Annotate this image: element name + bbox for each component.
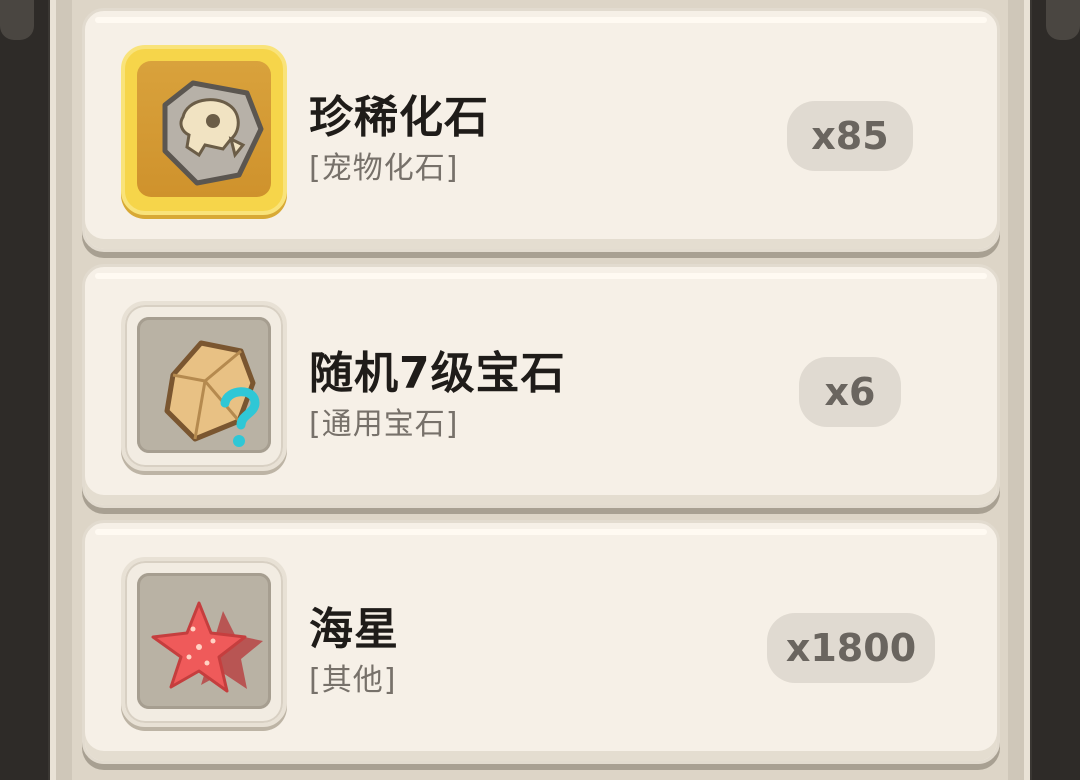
reward-item-card[interactable]: 珍稀化石 [宠物化石] x85 <box>82 8 1000 252</box>
item-name: 珍稀化石 <box>309 92 489 143</box>
reward-item-card[interactable]: 海星 [其他] x1800 <box>82 520 1000 764</box>
gem-question-icon <box>164 340 260 447</box>
item-name: 随机7级宝石 <box>309 348 566 399</box>
background-right <box>1032 0 1080 780</box>
item-category: [通用宝石] <box>309 407 459 442</box>
item-category: [宠物化石] <box>309 151 459 186</box>
item-quantity-badge: x6 <box>799 357 901 427</box>
starfish-icon <box>151 601 263 693</box>
item-icon-slot <box>121 301 287 471</box>
item-quantity-badge: x1800 <box>767 613 935 683</box>
fossil-icon <box>162 80 264 186</box>
item-category: [其他] <box>309 663 397 698</box>
item-icon-slot <box>121 45 287 215</box>
reward-item-card[interactable]: 随机7级宝石 [通用宝石] x6 <box>82 264 1000 508</box>
item-quantity-badge: x85 <box>787 101 913 171</box>
background-left <box>0 0 48 780</box>
item-name: 海星 <box>309 604 399 655</box>
item-icon-slot <box>121 557 287 727</box>
